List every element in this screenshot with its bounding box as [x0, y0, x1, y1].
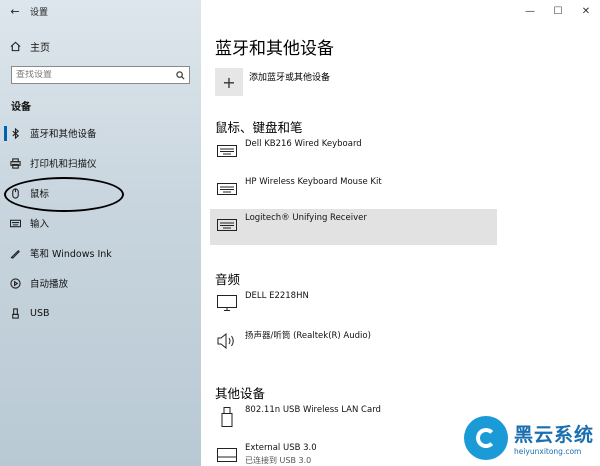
speaker-icon [216, 331, 238, 351]
sidebar-item-label: 笔和 Windows Ink [30, 249, 112, 260]
sidebar-item-usb[interactable]: USB [0, 298, 201, 328]
usb-drive-icon [216, 445, 238, 465]
keyboard-icon [216, 179, 238, 199]
sidebar-item-autoplay[interactable]: 自动播放 [0, 268, 201, 298]
device-item-selected[interactable]: Logitech® Unifying Receiver [210, 209, 497, 245]
group-title-audio: 音频 [215, 272, 241, 287]
device-item[interactable]: Dell KB216 Wired Keyboard [210, 135, 497, 171]
search-input[interactable] [16, 70, 166, 80]
sidebar-item-label: USB [30, 307, 50, 319]
search-box[interactable] [11, 66, 190, 84]
highlight-ellipse [4, 177, 124, 212]
device-name: External USB 3.0 [245, 443, 317, 453]
group-title-other: 其他设备 [215, 386, 266, 401]
sidebar-item-printers[interactable]: 打印机和扫描仪 [0, 148, 201, 178]
sidebar-item-pen[interactable]: 笔和 Windows Ink [0, 238, 201, 268]
watermark-name: 黑云系统 [513, 424, 594, 446]
device-name: 802.11n USB Wireless LAN Card [245, 405, 381, 415]
minimize-button[interactable]: — [516, 0, 544, 22]
sidebar-item-typing[interactable]: 输入 [0, 208, 201, 238]
device-item[interactable]: DELL E2218HN [210, 287, 497, 323]
device-item[interactable]: External USB 3.0 已连接到 USB 3.0 [210, 439, 497, 466]
window-controls: — ☐ ✕ [516, 0, 600, 22]
sidebar-item-bluetooth[interactable]: 蓝牙和其他设备 [0, 118, 201, 148]
sidebar-item-label: 打印机和扫描仪 [30, 159, 97, 170]
home-label: 主页 [30, 42, 50, 54]
pen-icon [0, 248, 30, 259]
sidebar: ← 设置 主页 设备 蓝牙和其他设备 打印机和扫描仪 鼠标 [0, 0, 201, 466]
printer-icon [0, 157, 30, 169]
section-title: 设备 [11, 102, 31, 113]
search-icon[interactable] [176, 70, 185, 80]
back-button[interactable]: ← [0, 0, 30, 22]
watermark-logo-icon [463, 416, 508, 460]
bluetooth-icon [0, 127, 30, 139]
page-title: 蓝牙和其他设备 [215, 39, 334, 59]
device-name: HP Wireless Keyboard Mouse Kit [245, 177, 382, 187]
monitor-icon [216, 293, 238, 313]
watermark: 黑云系统 heiyunxitong.com [463, 416, 594, 460]
device-name: DELL E2218HN [245, 291, 309, 301]
device-name: 扬声器/听筒 (Realtek(R) Audio) [245, 331, 371, 341]
title-bar: ← 设置 [0, 0, 201, 22]
keyboard-icon [216, 141, 238, 161]
device-name: Dell KB216 Wired Keyboard [245, 139, 362, 149]
device-name: Logitech® Unifying Receiver [245, 213, 367, 223]
device-item[interactable]: 802.11n USB Wireless LAN Card [210, 401, 497, 437]
sidebar-item-label: 蓝牙和其他设备 [30, 129, 97, 140]
watermark-url: heiyunxitong.com [513, 447, 582, 456]
device-item[interactable]: 扬声器/听筒 (Realtek(R) Audio) [210, 325, 497, 361]
home-icon [0, 41, 30, 52]
plus-icon: + [215, 68, 243, 96]
sidebar-item-label: 自动播放 [30, 279, 69, 290]
main-panel: — ☐ ✕ 蓝牙和其他设备 + 添加蓝牙或其他设备 鼠标、键盘和笔 Dell K… [201, 0, 600, 466]
autoplay-icon [0, 277, 30, 289]
add-device-label: 添加蓝牙或其他设备 [249, 73, 331, 83]
keyboard-icon [0, 218, 30, 229]
nav-list: 蓝牙和其他设备 打印机和扫描仪 鼠标 输入 笔和 Windows Ink 自动播… [0, 118, 201, 328]
device-item[interactable]: HP Wireless Keyboard Mouse Kit [210, 173, 497, 209]
close-button[interactable]: ✕ [572, 0, 600, 22]
sidebar-item-label: 输入 [30, 219, 50, 230]
app-title: 设置 [30, 7, 49, 18]
keyboard-icon [216, 215, 238, 235]
device-status: 已连接到 USB 3.0 [245, 456, 312, 465]
nav-home[interactable]: 主页 [0, 36, 201, 56]
maximize-button[interactable]: ☐ [544, 0, 572, 22]
usb-device-icon [216, 407, 238, 427]
usb-icon [0, 307, 30, 319]
add-device-button[interactable]: + 添加蓝牙或其他设备 [215, 68, 330, 96]
group-title-input: 鼠标、键盘和笔 [215, 120, 303, 135]
